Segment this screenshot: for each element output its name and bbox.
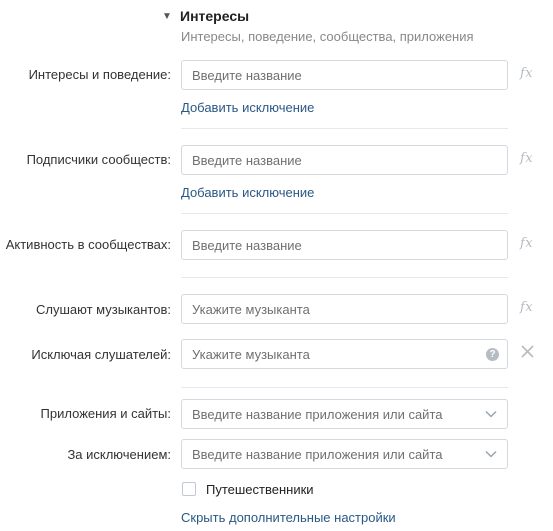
musicians-fx-icon[interactable]: fx — [520, 300, 533, 315]
activity-input[interactable]: Введите название — [181, 230, 508, 260]
chevron-down-icon — [483, 446, 499, 462]
exclude-listeners-input[interactable]: Укажите музыканта ? — [181, 339, 508, 369]
exclude-listeners-placeholder: Укажите музыканта — [192, 346, 310, 362]
subscribers-fx-icon[interactable]: fx — [520, 151, 533, 166]
interests-add-exception-link[interactable]: Добавить исключение — [181, 100, 314, 115]
close-icon[interactable] — [521, 345, 534, 363]
musicians-label: Слушают музыкантов: — [36, 302, 171, 317]
exclude-listeners-label: Исключая слушателей: — [31, 347, 171, 362]
divider — [181, 213, 508, 214]
activity-fx-icon[interactable]: fx — [520, 236, 533, 251]
divider — [181, 277, 508, 278]
subscribers-placeholder: Введите название — [192, 152, 302, 168]
apps-select[interactable]: Введите название приложения или сайта — [181, 399, 508, 429]
chevron-down-icon — [483, 406, 499, 422]
apps-except-label: За исключением: — [67, 447, 171, 462]
subscribers-input[interactable]: Введите название — [181, 145, 508, 175]
activity-label: Активность в сообществах: — [5, 237, 171, 252]
musicians-placeholder: Укажите музыканта — [192, 301, 310, 317]
interests-fx-icon[interactable]: fx — [520, 66, 533, 81]
apps-except-select[interactable]: Введите название приложения или сайта — [181, 439, 508, 469]
interests-input[interactable]: Введите название — [181, 60, 508, 90]
apps-placeholder: Введите название приложения или сайта — [192, 406, 443, 422]
interests-label: Интересы и поведение: — [28, 67, 171, 82]
section-header-interests[interactable]: ▼ Интересы — [162, 8, 249, 24]
section-subtitle: Интересы, поведение, сообщества, приложе… — [181, 29, 474, 44]
apps-except-placeholder: Введите название приложения или сайта — [192, 446, 443, 462]
divider — [181, 128, 508, 129]
subscribers-label: Подписчики сообществ: — [26, 152, 171, 167]
divider — [181, 387, 508, 388]
musicians-input[interactable]: Укажите музыканта — [181, 294, 508, 324]
travelers-label[interactable]: Путешественники — [206, 482, 314, 497]
apps-label: Приложения и сайты: — [40, 406, 171, 421]
subscribers-add-exception-link[interactable]: Добавить исключение — [181, 185, 314, 200]
activity-placeholder: Введите название — [192, 237, 302, 253]
travelers-checkbox[interactable] — [182, 482, 196, 496]
collapse-triangle-icon: ▼ — [162, 10, 172, 22]
hide-advanced-settings-link[interactable]: Скрыть дополнительные настройки — [181, 510, 396, 525]
interests-placeholder: Введите название — [192, 67, 302, 83]
section-title: Интересы — [180, 8, 250, 24]
help-icon[interactable]: ? — [486, 347, 499, 361]
